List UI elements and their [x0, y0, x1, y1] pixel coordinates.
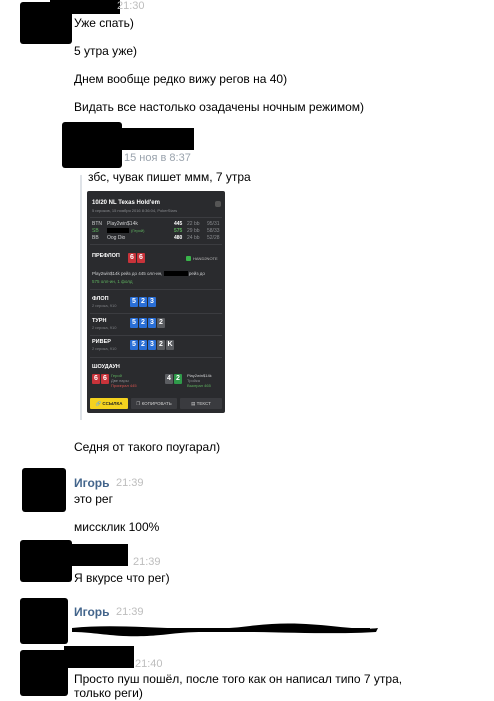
- playing-card: K: [166, 340, 174, 350]
- message-text: Уже спать): [74, 16, 134, 30]
- message-text: Видать все настолько озадачены ночным ре…: [74, 100, 365, 114]
- player-position: BTN: [92, 221, 102, 227]
- copy-icon: ❐: [136, 401, 141, 406]
- divider: [90, 217, 222, 218]
- section-showdown: ШОУДАУН: [92, 364, 120, 370]
- flop-sub: 2 игрока, 910: [92, 303, 117, 308]
- hand2note-logo: HAND2NOTE: [186, 255, 222, 263]
- author-name[interactable]: Игорь: [74, 605, 110, 619]
- hand-title: 10/20 NL Texas Hold'em: [92, 200, 160, 206]
- message-text: только реги): [74, 686, 143, 700]
- playing-card: 2: [139, 340, 147, 350]
- menu-icon[interactable]: [215, 201, 221, 207]
- message-text: миссклик 100%: [74, 520, 160, 534]
- quote-date[interactable]: 15 ноя в 8:37: [124, 152, 191, 164]
- divider: [90, 335, 222, 336]
- playing-card: 2: [174, 374, 182, 384]
- avatar: [20, 650, 68, 696]
- redacted-message-scribble: [72, 623, 378, 637]
- preflop-action-2: 575 олл-ин, 1 фолд: [92, 279, 133, 284]
- avatar-igor: [22, 468, 66, 512]
- section-turn: ТУРН: [92, 318, 107, 324]
- player-chips: 445: [174, 221, 183, 227]
- text-icon: ▤: [191, 401, 196, 406]
- text-button[interactable]: ▤ ТЕКСТ: [180, 398, 222, 409]
- divider: [90, 313, 222, 314]
- player-position: BB: [92, 235, 99, 241]
- section-preflop: ПРЕФЛОП: [92, 253, 120, 259]
- divider: [90, 357, 222, 358]
- avatar-igor: [20, 598, 68, 644]
- turn-sub: 2 игрока, 910: [92, 325, 117, 330]
- message-text: это рег: [74, 492, 113, 506]
- playing-card: 3: [148, 297, 156, 307]
- playing-card: 5: [130, 340, 138, 350]
- divider: [90, 244, 222, 245]
- message-text: Я вкурсе что рег): [74, 571, 170, 585]
- message-text: Седня от такого поугарал): [74, 440, 221, 454]
- message-time: 21:30: [117, 0, 145, 12]
- message-time: 21:39: [133, 556, 161, 568]
- showdown-left-result: Проиграл 445: [111, 383, 137, 388]
- divider: [90, 289, 222, 290]
- quote-author-redacted: [110, 128, 194, 150]
- section-flop: ФЛОП: [92, 296, 109, 302]
- playing-card: 6: [101, 374, 109, 384]
- hand2note-icon: [186, 256, 191, 261]
- copy-button[interactable]: ❐ КОПИРОВАТЬ: [131, 398, 177, 409]
- playing-card: 5: [130, 318, 138, 328]
- playing-card: 5: [130, 297, 138, 307]
- section-river: РИВЕР: [92, 339, 111, 345]
- player-name: Play2win$14k: [107, 221, 138, 227]
- player-stat: 52/28: [207, 235, 220, 241]
- message-text: Днем вообще редко вижу регов на 40): [74, 72, 288, 86]
- author-name[interactable]: Игорь: [74, 476, 110, 490]
- message-text: 5 утра уже): [74, 44, 138, 58]
- hand-history-card[interactable]: 10/20 NL Texas Hold'em 5 игроков, 15 ноя…: [87, 191, 225, 413]
- playing-card: 6: [92, 374, 100, 384]
- player-position: SB: [92, 228, 99, 234]
- playing-card: 2: [139, 297, 147, 307]
- player-stat: 95/31: [207, 221, 220, 227]
- preflop-action: Play2win$14k рейз до 445 олл-ин, рейз до: [92, 271, 205, 277]
- playing-card: 6: [128, 253, 136, 263]
- message-time: 21:40: [135, 658, 163, 670]
- playing-card: 6: [137, 253, 145, 263]
- link-button[interactable]: 🔗 ССЫЛКА: [90, 398, 128, 409]
- quote-bar: [80, 175, 82, 420]
- playing-card: 2: [139, 318, 147, 328]
- player-bb: 24 bb: [187, 235, 200, 241]
- hand-subtitle: 5 игроков, 15 ноября 2016 8:36:04, Poker…: [92, 208, 178, 213]
- playing-card: 4: [165, 374, 173, 384]
- message-time: 21:39: [116, 606, 144, 618]
- player-bb: 22 bb: [187, 221, 200, 227]
- player-bb: 29 bb: [187, 228, 200, 234]
- quote-text: збс, чувак пишет ммм, 7 утра: [88, 170, 251, 184]
- showdown-right-result: Выиграл 465: [187, 383, 211, 388]
- player-chips: 480: [174, 235, 183, 241]
- playing-card: 2: [157, 340, 165, 350]
- player-tag: (Герой): [131, 228, 145, 233]
- link-icon: 🔗: [95, 401, 102, 406]
- playing-card: 3: [148, 318, 156, 328]
- player-name-redacted: [107, 228, 129, 233]
- player-stat: 58/33: [207, 228, 220, 234]
- author-name-redacted: [50, 0, 120, 14]
- message-time: 21:39: [116, 477, 144, 489]
- message-text: Просто пуш пошёл, после того как он напи…: [74, 672, 403, 686]
- author-name-redacted: [56, 544, 128, 566]
- playing-card: 3: [148, 340, 156, 350]
- author-name-redacted: [64, 646, 134, 668]
- river-sub: 2 игрока, 910: [92, 346, 117, 351]
- player-name: Oog Dio: [107, 235, 126, 241]
- hand2note-text: HAND2NOTE: [193, 256, 218, 261]
- playing-card: 2: [157, 318, 165, 328]
- player-chips: 575: [174, 228, 183, 234]
